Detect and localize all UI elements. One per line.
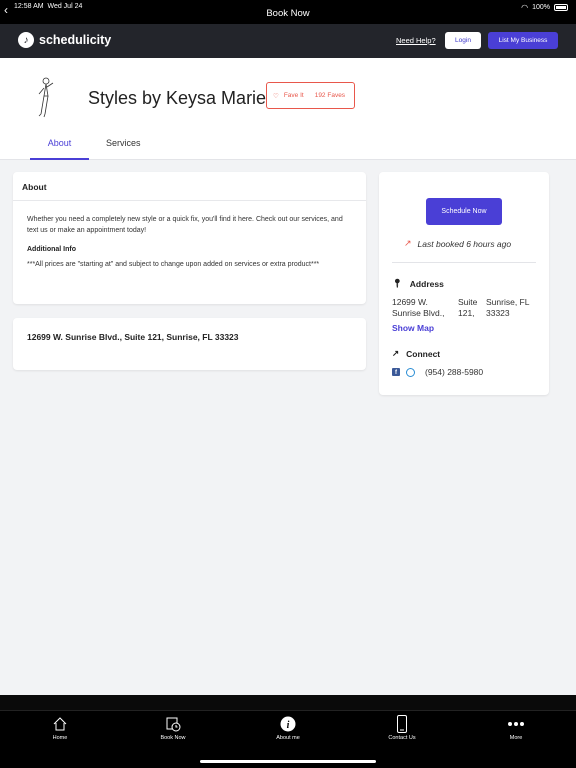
battery-icon (554, 4, 568, 11)
tab-contact-us-label: Contact Us (388, 735, 416, 741)
login-button[interactable]: Login (445, 32, 481, 49)
about-card: About Whether you need a completely new … (13, 172, 366, 304)
heart-icon: ♡ (273, 92, 279, 100)
home-icon (25, 715, 95, 733)
about-description: Whether you need a completely new style … (27, 216, 343, 234)
bottom-tab-bar: Home Book Now i About me Contact Us More (0, 695, 576, 768)
globe-icon[interactable] (406, 367, 415, 377)
fave-it-button[interactable]: ♡ Fave It 192 Faves (266, 82, 355, 109)
tab-contact-us[interactable]: Contact Us (367, 715, 437, 741)
show-map-link[interactable]: Show Map (392, 323, 434, 333)
calendar-clock-icon (138, 715, 208, 733)
business-logo-illustration (38, 77, 54, 118)
phone-icon (367, 715, 437, 733)
address-heading: 📍︎ Address (392, 278, 444, 289)
about-card-title: About (13, 172, 366, 201)
address-text: 12699 W. Sunrise Blvd., Suite 121, Sunri… (27, 332, 239, 342)
phone-number[interactable]: (954) 288-5980 (425, 367, 483, 377)
fave-it-label: Fave It (283, 92, 304, 99)
connect-row: f (954) 288-5980 (392, 367, 483, 377)
wifi-icon: ◠ (521, 3, 529, 12)
business-name: Styles by Keysa Marie (88, 88, 267, 108)
sidebar-address: 12699 W. Sunrise Blvd., Suite 121, Sunri… (392, 297, 542, 319)
logo-text: schedulicity (39, 33, 112, 47)
need-help-link[interactable]: Need Help? (396, 36, 436, 45)
schedule-now-button[interactable]: Schedule Now (426, 198, 502, 225)
address-card: 12699 W. Sunrise Blvd., Suite 121, Sunri… (13, 318, 366, 370)
external-link-icon: ↗ (392, 348, 400, 358)
facebook-icon[interactable]: f (392, 368, 400, 376)
additional-info-text: ***All prices are "starting at" and subj… (27, 261, 320, 268)
more-icon (481, 715, 551, 733)
home-indicator (200, 760, 376, 763)
booking-sidebar: Schedule Now ↗ Last booked 6 hours ago 📍… (379, 172, 549, 395)
status-bar: ‹ 12:58 AM Wed Jul 24 Book Now ◠ 100% (0, 0, 576, 24)
nav-title: Book Now (266, 8, 310, 19)
address-street: 12699 W. Sunrise Blvd., (392, 297, 445, 318)
connect-heading-label: Connect (406, 348, 441, 359)
tab-about[interactable]: About (30, 138, 89, 160)
fave-count: 192 Faves (314, 92, 346, 99)
divider (392, 262, 536, 263)
info-icon: i (253, 715, 323, 733)
svg-text:i: i (287, 720, 290, 731)
tab-bar-strip (0, 695, 576, 711)
connect-heading: ↗ Connect (392, 348, 440, 359)
last-booked: ↗ Last booked 6 hours ago (404, 238, 511, 249)
tab-more[interactable]: More (481, 715, 551, 741)
logo-mark-icon: ♪ (18, 32, 34, 48)
battery-label: 100% (532, 4, 550, 11)
tab-home-label: Home (52, 735, 68, 741)
tab-more-label: More (509, 735, 523, 741)
address-city: Sunrise, FL 33323 (486, 297, 530, 318)
tab-home[interactable]: Home (25, 715, 95, 741)
address-heading-label: Address (409, 278, 444, 289)
top-nav: ♪ schedulicity Need Help? Login List My … (0, 24, 576, 58)
list-my-business-button[interactable]: List My Business (488, 32, 558, 49)
tab-about-me-label: About me (276, 735, 300, 741)
address-suite: Suite 121, (458, 297, 478, 318)
map-pin-icon: 📍︎ (392, 278, 403, 288)
status-right: ◠ 100% (521, 3, 568, 12)
last-booked-text: Last booked 6 hours ago (417, 238, 512, 249)
tab-services[interactable]: Services (106, 138, 141, 148)
schedulicity-logo[interactable]: ♪ schedulicity (18, 32, 111, 48)
tab-book-now-label: Book Now (160, 735, 186, 741)
tab-about-me[interactable]: i About me (253, 715, 323, 741)
tab-book-now[interactable]: Book Now (138, 715, 208, 741)
trend-icon: ↗ (404, 238, 412, 248)
additional-info-heading: Additional Info (27, 246, 76, 253)
business-header: Styles by Keysa Marie ♡ Fave It 192 Fave… (0, 58, 576, 160)
